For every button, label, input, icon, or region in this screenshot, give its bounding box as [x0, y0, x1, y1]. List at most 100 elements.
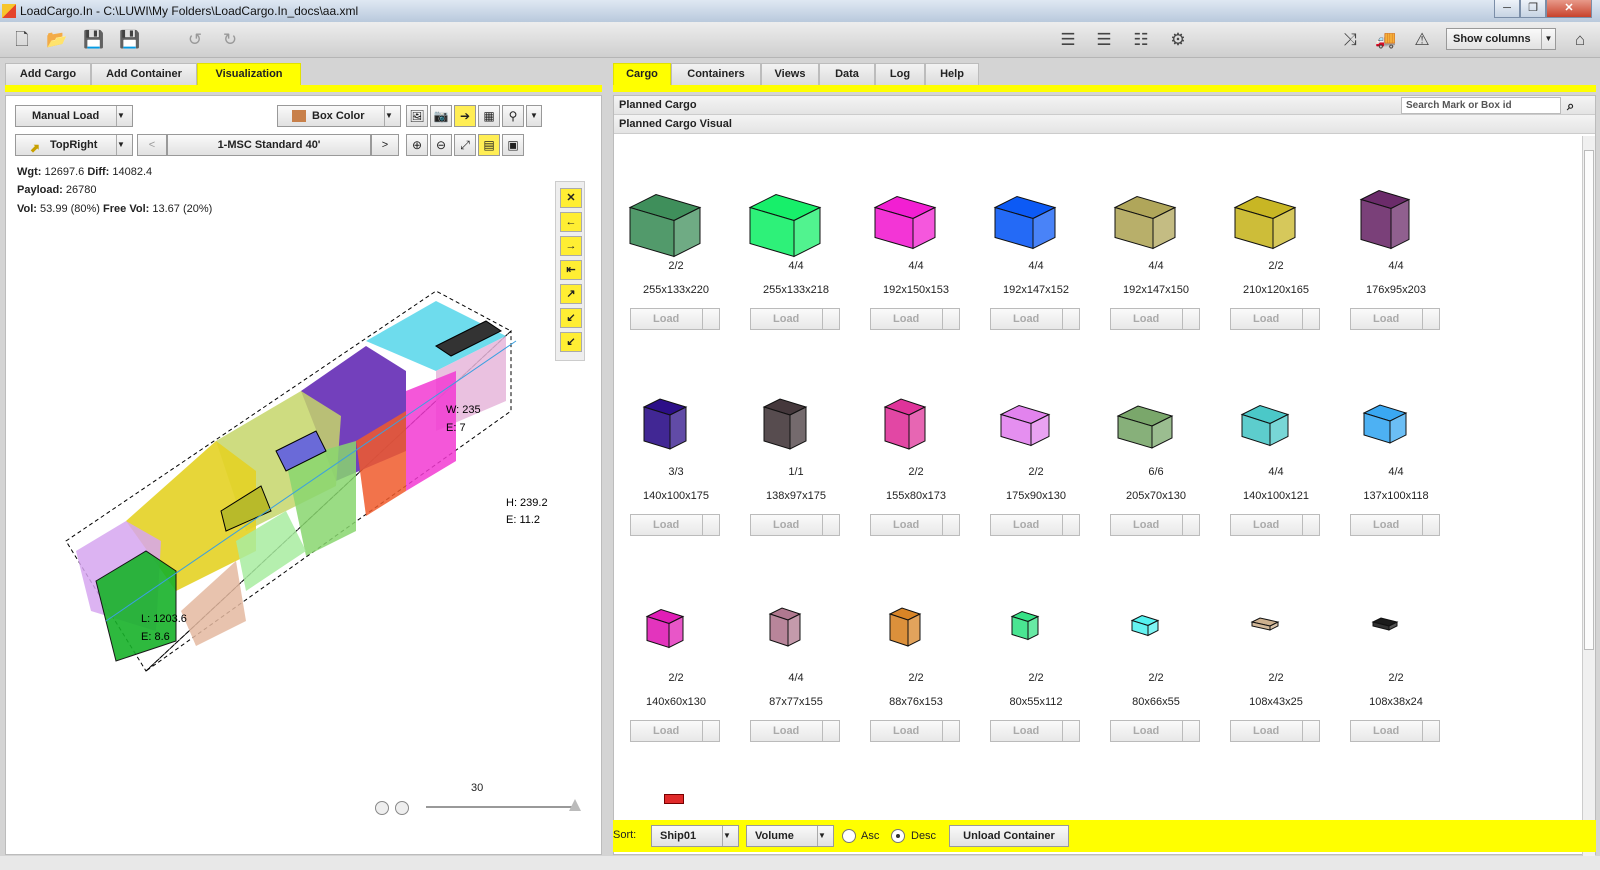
- tab-help[interactable]: Help: [925, 63, 979, 85]
- open-folder-icon[interactable]: 📂: [45, 28, 69, 52]
- load-button[interactable]: Load: [630, 720, 720, 742]
- load-button[interactable]: Load: [870, 720, 960, 742]
- search-input[interactable]: Search Mark or Box id: [1401, 97, 1561, 114]
- load-button[interactable]: Load: [630, 514, 720, 536]
- prev-container-button[interactable]: <: [137, 134, 167, 156]
- load-button[interactable]: Load: [1350, 720, 1440, 742]
- image-icon[interactable]: 🖼: [406, 105, 428, 127]
- load-options-icon[interactable]: [822, 721, 839, 741]
- truck-icon[interactable]: 🚚: [1374, 28, 1398, 52]
- pin-icon[interactable]: ⚲: [502, 105, 524, 127]
- zoom-in-icon[interactable]: ⊕: [406, 134, 428, 156]
- asc-radio[interactable]: [842, 829, 856, 843]
- load-options-icon[interactable]: [1182, 721, 1199, 741]
- grid-view-icon[interactable]: ▣: [502, 134, 524, 156]
- tab-add-container[interactable]: Add Container: [91, 63, 197, 85]
- load-options-icon[interactable]: [1422, 309, 1439, 329]
- tab-log[interactable]: Log: [875, 63, 925, 85]
- align-left-list-icon[interactable]: ☰: [1056, 28, 1080, 52]
- load-options-icon[interactable]: [1302, 721, 1319, 741]
- load-options-icon[interactable]: [1422, 515, 1439, 535]
- load-options-icon[interactable]: [1062, 721, 1079, 741]
- load-options-icon[interactable]: [822, 515, 839, 535]
- color-mode-dropdown[interactable]: Box Color ▼: [277, 105, 401, 127]
- scrollbar-thumb[interactable]: [1584, 150, 1594, 650]
- search-icon[interactable]: ⌕: [1567, 97, 1574, 115]
- load-button[interactable]: Load: [1230, 514, 1320, 536]
- filter-settings-icon[interactable]: ⚙: [1166, 28, 1190, 52]
- load-options-icon[interactable]: [942, 309, 959, 329]
- desc-radio[interactable]: [891, 829, 905, 843]
- redo-icon[interactable]: ↻: [218, 28, 242, 52]
- load-button[interactable]: Load: [1230, 308, 1320, 330]
- ship-dropdown[interactable]: Ship01 ▼: [651, 825, 739, 847]
- load-button[interactable]: Load: [1350, 514, 1440, 536]
- bullet-list-icon[interactable]: ☷: [1129, 28, 1153, 52]
- load-options-icon[interactable]: [1062, 515, 1079, 535]
- chevron-down-icon[interactable]: ▼: [526, 105, 542, 127]
- load-button[interactable]: Load: [870, 514, 960, 536]
- undo-icon[interactable]: ↺: [183, 28, 207, 52]
- load-options-icon[interactable]: [942, 721, 959, 741]
- load-options-icon[interactable]: [702, 515, 719, 535]
- load-button[interactable]: Load: [990, 308, 1080, 330]
- close-tool-icon[interactable]: ✕: [560, 188, 582, 208]
- zoom-fit-icon[interactable]: ⤢: [454, 134, 476, 156]
- load-options-icon[interactable]: [1302, 309, 1319, 329]
- home-icon[interactable]: ⌂: [1568, 28, 1592, 52]
- shuffle-icon[interactable]: ⤨: [1338, 28, 1362, 52]
- load-button[interactable]: Load: [1110, 514, 1200, 536]
- minimize-icon[interactable]: ─: [1494, 0, 1520, 18]
- load-button[interactable]: Load: [1350, 308, 1440, 330]
- sort-field-dropdown[interactable]: Volume ▼: [746, 825, 834, 847]
- tab-add-cargo[interactable]: Add Cargo: [5, 63, 91, 85]
- save-icon[interactable]: 💾: [82, 28, 106, 52]
- load-options-icon[interactable]: [1422, 721, 1439, 741]
- load-options-icon[interactable]: [702, 309, 719, 329]
- load-options-icon[interactable]: [1182, 515, 1199, 535]
- load-button[interactable]: Load: [1110, 720, 1200, 742]
- radio-view-1[interactable]: [375, 801, 389, 815]
- camera-icon[interactable]: 📷: [430, 105, 452, 127]
- orientation-dropdown[interactable]: ⬈ TopRight ▼: [15, 134, 133, 156]
- slider-handle[interactable]: [569, 799, 581, 811]
- load-mode-dropdown[interactable]: Manual Load ▼: [15, 105, 133, 127]
- tab-containers[interactable]: Containers: [671, 63, 761, 85]
- arrow-right-icon[interactable]: →: [560, 236, 582, 256]
- tab-views[interactable]: Views: [761, 63, 819, 85]
- load-button[interactable]: Load: [630, 308, 720, 330]
- container-3d-view[interactable]: W: 235 E: 7 H: 239.2 E: 11.2 L: 1203.6 E…: [46, 291, 566, 681]
- load-options-icon[interactable]: [702, 721, 719, 741]
- unload-container-button[interactable]: Unload Container: [949, 825, 1069, 847]
- layout-view-icon[interactable]: ▤: [478, 134, 500, 156]
- load-options-icon[interactable]: [1302, 515, 1319, 535]
- radio-view-2[interactable]: [395, 801, 409, 815]
- arrow-diagonal-icon[interactable]: ↙: [560, 332, 582, 352]
- warning-icon[interactable]: ⚠: [1410, 28, 1434, 52]
- save-as-icon[interactable]: 💾: [118, 28, 142, 52]
- tab-visualization[interactable]: Visualization: [197, 63, 301, 85]
- show-columns-dropdown[interactable]: Show columns ▼: [1446, 28, 1556, 50]
- load-options-icon[interactable]: [1062, 309, 1079, 329]
- close-window-icon[interactable]: ✕: [1546, 0, 1592, 18]
- load-button[interactable]: Load: [1230, 720, 1320, 742]
- list-icon[interactable]: ☰: [1092, 28, 1116, 52]
- arrow-up-right-icon[interactable]: ↗: [560, 284, 582, 304]
- new-document-icon[interactable]: 🗋: [10, 28, 34, 52]
- next-container-button[interactable]: >: [371, 134, 399, 156]
- load-button[interactable]: Load: [750, 514, 840, 536]
- container-selector[interactable]: 1-MSC Standard 40': [167, 134, 371, 156]
- load-button[interactable]: Load: [870, 308, 960, 330]
- arrow-left-icon[interactable]: ←: [560, 212, 582, 232]
- arrow-back-icon[interactable]: ⇤: [560, 260, 582, 280]
- load-button[interactable]: Load: [990, 720, 1080, 742]
- load-button[interactable]: Load: [750, 720, 840, 742]
- slider-track[interactable]: [426, 806, 576, 808]
- load-button[interactable]: Load: [990, 514, 1080, 536]
- calculator-icon[interactable]: ▦: [478, 105, 500, 127]
- export-icon[interactable]: ➔: [454, 105, 476, 127]
- arrow-down-left-icon[interactable]: ↙: [560, 308, 582, 328]
- load-options-icon[interactable]: [942, 515, 959, 535]
- load-options-icon[interactable]: [1182, 309, 1199, 329]
- load-button[interactable]: Load: [1110, 308, 1200, 330]
